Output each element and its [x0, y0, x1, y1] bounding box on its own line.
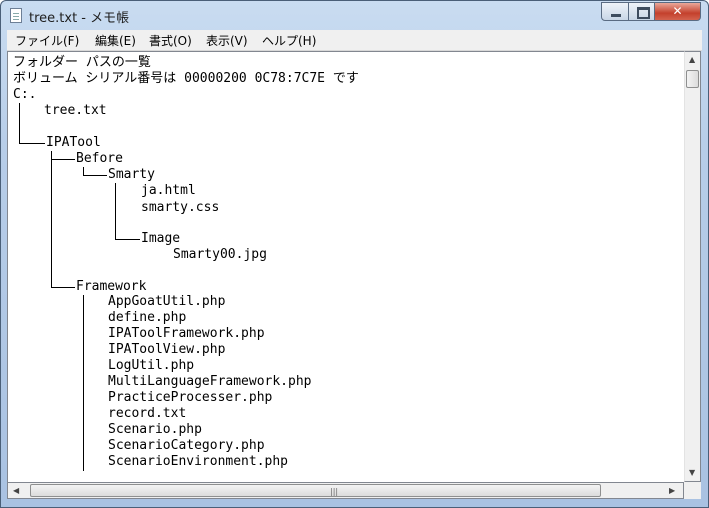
text-line: C:. — [13, 87, 37, 102]
maximize-button[interactable] — [628, 2, 655, 21]
maximize-icon — [629, 3, 654, 20]
menu-help[interactable]: ヘルプ(H) — [262, 32, 316, 49]
text-line: ScenarioCategory.php — [108, 438, 265, 453]
text-line: IPATool — [46, 135, 101, 150]
text-line: Smarty00.jpg — [173, 247, 267, 262]
horizontal-scrollbar[interactable]: ◀ ||| ▶ — [7, 482, 684, 499]
tree-connector — [51, 287, 75, 288]
text-line: Scenario.php — [108, 422, 202, 437]
text-line: LogUtil.php — [108, 358, 195, 373]
text-editor-area[interactable]: フォルダー パスの一覧 ボリューム シリアル番号は 00000200 0C78:… — [7, 51, 685, 484]
menu-format[interactable]: 書式(O) — [149, 32, 192, 49]
tree-connector — [115, 239, 140, 240]
vertical-scroll-thumb[interactable] — [686, 70, 699, 88]
close-icon: ✕ — [672, 4, 683, 18]
scroll-left-icon[interactable]: ◀ — [13, 486, 19, 495]
horizontal-scroll-thumb[interactable]: ||| — [30, 484, 601, 497]
close-button[interactable]: ✕ — [654, 2, 701, 21]
minimize-button[interactable] — [601, 2, 629, 21]
text-line: Before — [76, 151, 123, 166]
text-line: ボリューム シリアル番号は 00000200 0C78:7C7E です — [13, 71, 359, 86]
scroll-up-icon[interactable]: ▲ — [689, 55, 695, 64]
notepad-app-icon[interactable] — [10, 8, 22, 23]
text-line: define.php — [108, 310, 187, 325]
menu-view[interactable]: 表示(V) — [206, 32, 248, 49]
tree-connector — [83, 295, 84, 471]
tree-connector — [115, 183, 116, 239]
scroll-down-icon[interactable]: ▼ — [689, 468, 695, 477]
title-bar[interactable]: tree.txt - メモ帳 ✕ — [1, 1, 708, 29]
text-line: tree.txt — [44, 103, 107, 118]
menu-file[interactable]: ファイル(F) — [15, 32, 79, 49]
text-line: Smarty — [108, 167, 155, 182]
menu-edit[interactable]: 編集(E) — [95, 32, 136, 49]
text-line: ScenarioEnvironment.php — [108, 454, 289, 469]
text-line: ja.html — [141, 183, 196, 198]
notepad-window: tree.txt - メモ帳 ✕ ファイル(F) 編集(E) 書式(O) 表示(… — [0, 0, 709, 508]
resize-grip[interactable] — [684, 482, 701, 499]
tree-connector — [19, 103, 20, 143]
text-line: フォルダー パスの一覧 — [13, 55, 151, 70]
text-line: record.txt — [108, 406, 187, 421]
text-line: AppGoatUtil.php — [108, 294, 226, 309]
tree-connector — [19, 143, 45, 144]
text-line: IPAToolView.php — [108, 342, 226, 357]
text-line: IPAToolFramework.php — [108, 326, 265, 341]
tree-connector — [51, 159, 75, 160]
tree-connector — [51, 151, 52, 287]
grip-icon: ||| — [330, 487, 339, 496]
scroll-right-icon[interactable]: ▶ — [669, 486, 675, 495]
text-line: MultiLanguageFramework.php — [108, 374, 312, 389]
window-title: tree.txt - メモ帳 — [29, 11, 130, 26]
text-line: smarty.css — [141, 200, 220, 215]
menu-bar: ファイル(F) 編集(E) 書式(O) 表示(V) ヘルプ(H) — [7, 30, 702, 51]
vertical-scrollbar[interactable]: ▲ ▼ — [684, 51, 701, 482]
minimize-icon — [602, 3, 628, 20]
tree-connector — [83, 167, 84, 175]
text-line: PracticeProcesser.php — [108, 390, 273, 405]
tree-connector — [83, 175, 107, 176]
text-line: Image — [141, 231, 181, 246]
text-line: Framework — [76, 279, 147, 294]
